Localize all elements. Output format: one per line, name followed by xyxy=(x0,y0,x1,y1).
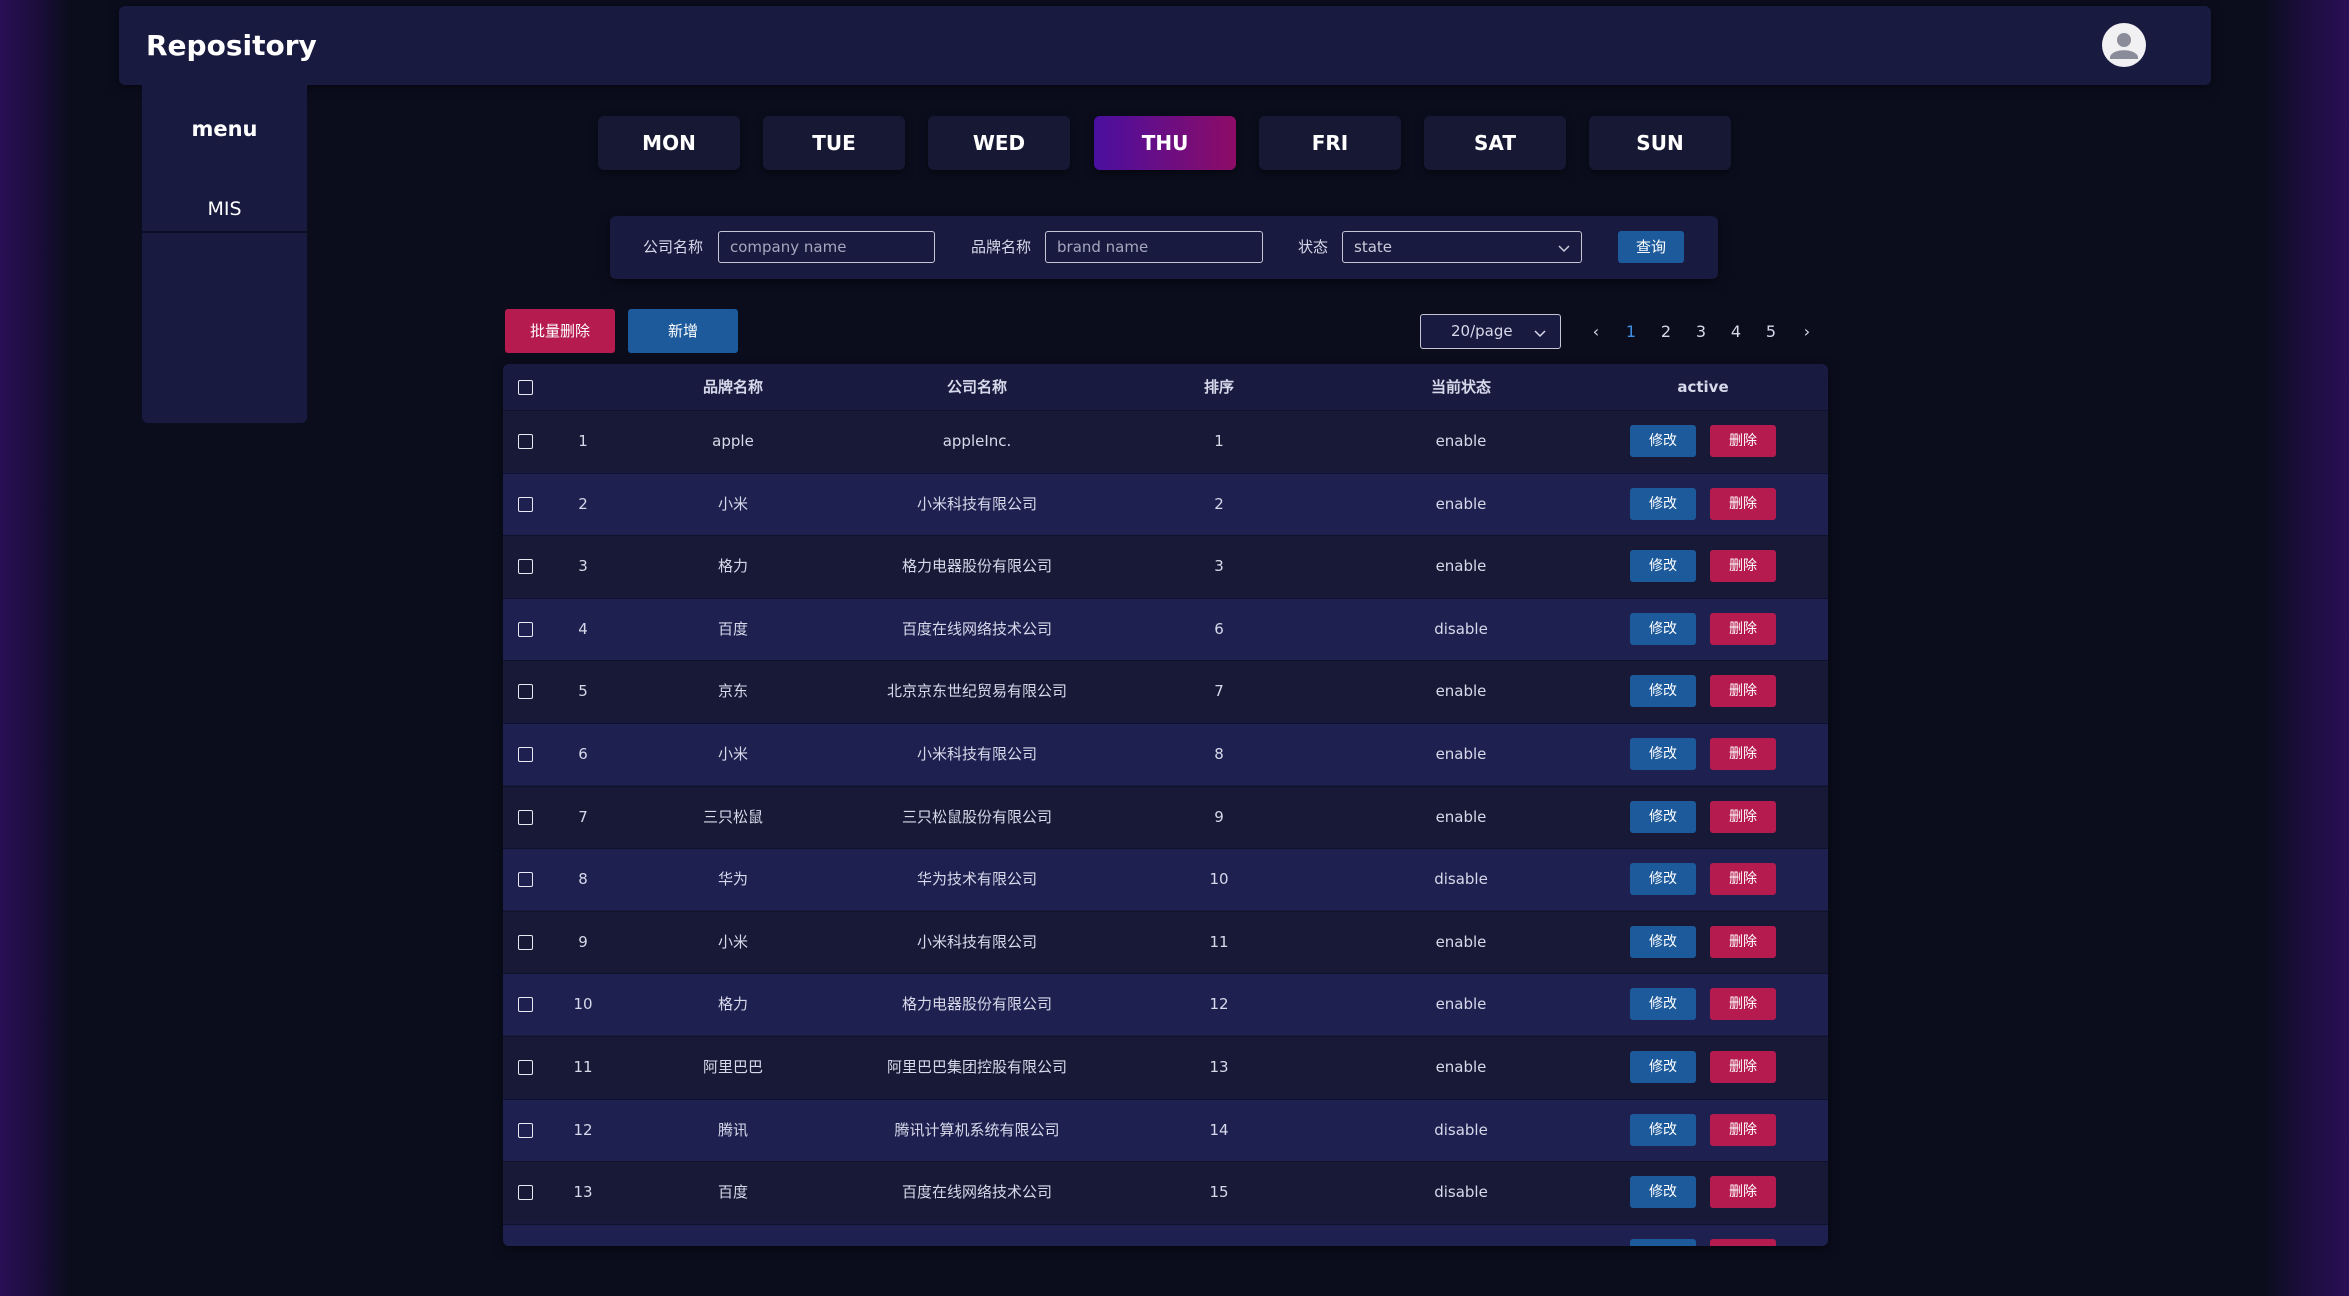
sidebar: menu MIS xyxy=(142,85,307,423)
page-size-select[interactable]: 20/page xyxy=(1420,314,1561,349)
page-2[interactable]: 2 xyxy=(1651,314,1681,349)
delete-button[interactable]: 删除 xyxy=(1710,550,1776,583)
header-brand: 品牌名称 xyxy=(702,378,763,396)
delete-button[interactable]: 删除 xyxy=(1710,1051,1776,1083)
row-status: enable xyxy=(1435,557,1487,576)
table-row: 3 格力 格力电器股份有限公司 3 enable 修改 删除 xyxy=(503,535,1828,598)
edit-button[interactable]: 修改 xyxy=(1630,425,1696,457)
delete-button[interactable]: 删除 xyxy=(1710,925,1776,958)
table-row: 11 阿里巴巴 阿里巴巴集团控股有限公司 13 enable 修改 删除 xyxy=(503,1036,1828,1098)
company-label: 公司名称 xyxy=(643,238,704,256)
delete-button[interactable]: 删除 xyxy=(1710,1113,1776,1146)
table-row: 9 小米 小米科技有限公司 11 enable 修改 删除 xyxy=(503,910,1828,973)
sidebar-divider xyxy=(142,231,307,233)
batch-delete-button[interactable]: 批量删除 xyxy=(505,309,615,353)
table-row: 4 百度 百度在线网络技术公司 6 disable 修改 删除 xyxy=(503,597,1828,660)
edit-button[interactable]: 修改 xyxy=(1630,1176,1696,1209)
table-row: 8 华为 华为技术有限公司 10 disable 修改 删除 xyxy=(503,848,1828,911)
tab-sun[interactable]: SUN xyxy=(1589,116,1731,170)
table-row: 12 腾讯 腾讯计算机系统有限公司 14 disable 修改 删除 xyxy=(503,1098,1828,1161)
edit-button[interactable]: 修改 xyxy=(1630,675,1696,708)
delete-button[interactable]: 删除 xyxy=(1710,863,1776,896)
edit-button[interactable]: 修改 xyxy=(1630,487,1696,520)
select-all-checkbox[interactable] xyxy=(518,380,533,395)
page-size-value: 20/page xyxy=(1451,322,1513,340)
sidebar-item-mis[interactable]: MIS xyxy=(142,187,307,231)
tab-mon[interactable]: MON xyxy=(598,116,740,170)
table-row: 13 百度 百度在线网络技术公司 15 disable 修改 删除 xyxy=(503,1161,1828,1224)
add-button[interactable]: 新增 xyxy=(628,309,738,353)
filter-bar: 公司名称 品牌名称 状态 state 查询 xyxy=(610,216,1718,279)
delete-button[interactable]: 删除 xyxy=(1710,612,1776,645)
delete-button[interactable]: 删除 xyxy=(1710,738,1776,770)
row-status: enable xyxy=(1435,995,1487,1014)
row-status: enable xyxy=(1435,745,1487,763)
edit-button[interactable]: 修改 xyxy=(1630,738,1696,770)
row-status: enable xyxy=(1435,432,1487,450)
table-row xyxy=(503,1223,1828,1246)
row-status: disable xyxy=(1434,870,1488,889)
row-status: enable xyxy=(1435,807,1487,826)
delete-button[interactable]: 删除 xyxy=(1710,800,1776,833)
table-row: 5 京东 北京京东世纪贸易有限公司 7 enable 修改 删除 xyxy=(503,660,1828,723)
delete-button[interactable]: 删除 xyxy=(1710,487,1776,520)
delete-button[interactable]: 删除 xyxy=(1710,1176,1776,1209)
user-avatar-icon[interactable] xyxy=(2102,23,2146,67)
tab-sat[interactable]: SAT xyxy=(1424,116,1566,170)
edit-button[interactable]: 修改 xyxy=(1630,925,1696,958)
page-5[interactable]: 5 xyxy=(1756,314,1786,349)
brand-table: 品牌名称 公司名称 排序 当前状态 active 1 apple appleInc.… xyxy=(503,364,1828,1246)
edit-button[interactable]: 修改 xyxy=(1630,1113,1696,1146)
chevron-down-icon xyxy=(1534,330,1546,338)
brand-name-input[interactable] xyxy=(1045,231,1263,263)
app-title: Repository xyxy=(146,29,317,62)
state-select[interactable]: state xyxy=(1342,231,1582,263)
edit-button[interactable]: 修改 xyxy=(1630,612,1696,645)
row-status: enable xyxy=(1435,494,1487,513)
edit-button[interactable]: 修改 xyxy=(1630,1051,1696,1083)
edit-button[interactable]: 修改 xyxy=(1630,988,1696,1021)
chevron-left-icon[interactable]: ‹ xyxy=(1581,314,1611,349)
tab-wed[interactable]: WED xyxy=(928,116,1070,170)
header-order: 排序 xyxy=(1203,378,1234,396)
table-row: 7 三只松鼠 三只松鼠股份有限公司 9 enable 修改 删除 xyxy=(503,785,1828,848)
edit-button[interactable] xyxy=(1630,1238,1696,1246)
edit-button[interactable]: 修改 xyxy=(1630,550,1696,583)
table-row: 2 小米 小米科技有限公司 2 enable 修改 删除 xyxy=(503,472,1828,535)
delete-button[interactable] xyxy=(1710,1238,1776,1246)
state-label: 状态 xyxy=(1298,238,1329,256)
brand-label: 品牌名称 xyxy=(971,238,1032,256)
header-status: 当前状态 xyxy=(1430,378,1491,396)
header-company: 公司名称 xyxy=(946,378,1007,396)
table-row: 10 格力 格力电器股份有限公司 12 enable 修改 删除 xyxy=(503,973,1828,1036)
delete-button[interactable]: 删除 xyxy=(1710,988,1776,1021)
row-status: disable xyxy=(1434,619,1488,638)
tab-tue[interactable]: TUE xyxy=(763,116,905,170)
delete-button[interactable]: 删除 xyxy=(1710,675,1776,708)
table-header: 品牌名称 公司名称 排序 当前状态 active xyxy=(503,364,1828,410)
edit-button[interactable]: 修改 xyxy=(1630,800,1696,833)
page-4[interactable]: 4 xyxy=(1721,314,1751,349)
tab-fri[interactable]: FRI xyxy=(1259,116,1401,170)
top-header: Repository xyxy=(119,6,2211,85)
state-select-value: state xyxy=(1354,238,1392,256)
row-status: disable xyxy=(1434,1183,1488,1202)
chevron-right-icon[interactable]: › xyxy=(1792,314,1822,349)
row-status: enable xyxy=(1435,682,1487,701)
chevron-down-icon xyxy=(1558,245,1570,253)
sidebar-title: menu xyxy=(191,117,258,141)
row-status: disable xyxy=(1434,1120,1488,1139)
page-3[interactable]: 3 xyxy=(1686,314,1716,349)
row-status: enable xyxy=(1435,1058,1487,1076)
tab-thu[interactable]: THU xyxy=(1094,116,1236,170)
header-active: active xyxy=(1677,378,1729,396)
edit-button[interactable]: 修改 xyxy=(1630,863,1696,896)
query-button[interactable]: 查询 xyxy=(1618,231,1684,263)
table-row: 6 小米 小米科技有限公司 8 enable 修改 删除 xyxy=(503,723,1828,785)
delete-button[interactable]: 删除 xyxy=(1710,425,1776,457)
row-status: enable xyxy=(1435,932,1487,951)
company-name-input[interactable] xyxy=(718,231,935,263)
page-1[interactable]: 1 xyxy=(1616,314,1646,349)
table-row: 1 apple appleInc. 1 enable 修改 删除 xyxy=(503,410,1828,472)
